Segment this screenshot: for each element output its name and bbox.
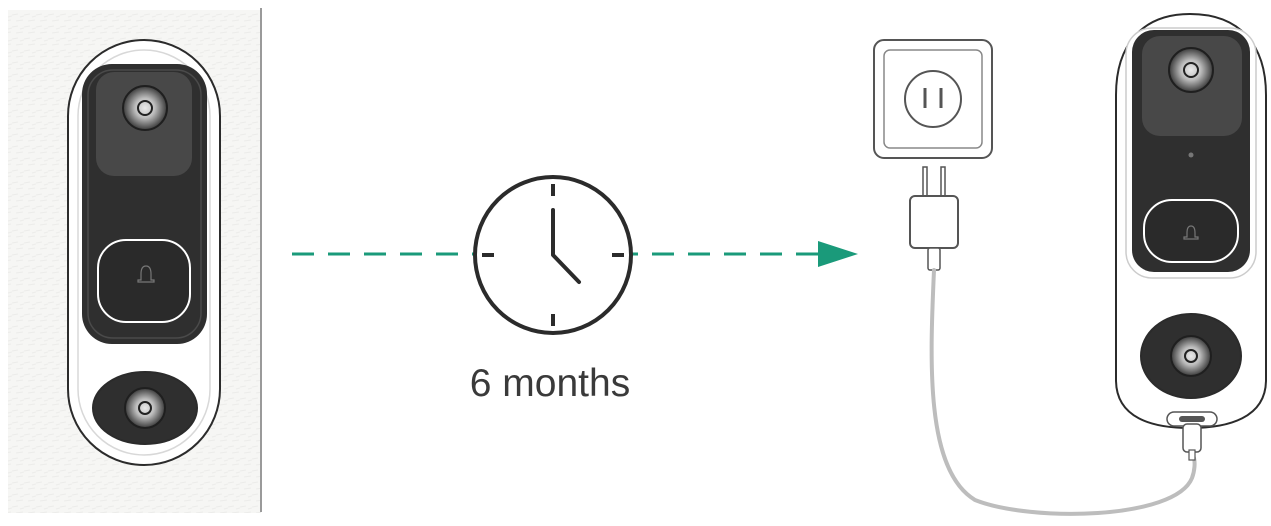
doorbell-charging-icon <box>1115 12 1267 461</box>
doorbell-mounted-icon <box>67 39 221 466</box>
clock-icon <box>473 175 633 335</box>
doorbell-charging-diagram: 6 months <box>0 0 1271 521</box>
duration-label: 6 months <box>469 362 631 405</box>
wall-outlet-icon <box>873 39 993 159</box>
power-adapter-icon <box>909 166 959 271</box>
